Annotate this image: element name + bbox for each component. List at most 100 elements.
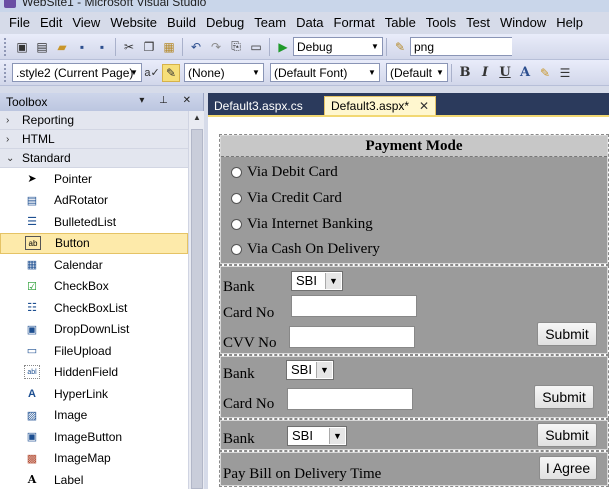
toolbox-item-imagebutton[interactable]: ▣ ImageButton [0, 426, 188, 448]
menu-edit[interactable]: Edit [35, 12, 67, 34]
font-size-dropdown[interactable]: (Default ▼ [386, 63, 448, 82]
toolbox-item-adrotator[interactable]: ▤ AdRotator [0, 190, 188, 212]
radio-cash-on-delivery[interactable]: Via Cash On Delivery [231, 241, 380, 258]
save-all-icon[interactable]: ▪ [92, 37, 112, 57]
adrotator-icon: ▤ [26, 194, 38, 207]
new-project-icon[interactable]: ▣ [12, 37, 32, 57]
credit-card-panel: Bank SBI ▼ Card No Submit [219, 355, 609, 419]
menu-debug[interactable]: Debug [201, 12, 249, 34]
italic-icon[interactable]: I [475, 63, 495, 83]
bold-icon[interactable]: B [455, 63, 475, 83]
card-no-label: Card No [223, 396, 275, 412]
attach-style-icon[interactable]: ✎ [162, 63, 180, 82]
radio-button[interactable] [231, 219, 242, 230]
find-combo[interactable]: png [410, 37, 512, 56]
menu-tools[interactable]: Tools [421, 12, 461, 34]
font-name-dropdown[interactable]: (Default Font) ▼ [270, 63, 380, 82]
block-format-dropdown[interactable]: (None) ▼ [184, 63, 264, 82]
toolbox-item-pointer[interactable]: ➤ Pointer [0, 168, 188, 190]
calendar-icon: ▦ [26, 259, 38, 272]
navigate-icon[interactable]: ⎘ [226, 37, 246, 57]
cut-icon[interactable]: ✂ [119, 37, 139, 57]
toolbox-item-bulletedlist[interactable]: ☰ BulletedList [0, 211, 188, 233]
close-icon[interactable]: ✕ [419, 99, 429, 113]
toolbox-item-image[interactable]: ▨ Image [0, 405, 188, 427]
menu-test[interactable]: Test [461, 12, 495, 34]
chevron-down-icon: ▼ [329, 428, 345, 444]
radio-debit-card[interactable]: Via Debit Card [231, 164, 338, 181]
label-icon: A [27, 473, 37, 487]
menu-team[interactable]: Team [249, 12, 291, 34]
bulleted-list-icon: ☰ [27, 216, 37, 229]
toolbox-item-fileupload[interactable]: ▭ FileUpload [0, 340, 188, 362]
underline-icon[interactable]: U [495, 63, 515, 83]
tab-default3-aspx[interactable]: Default3.aspx* ✕ [324, 96, 437, 115]
start-debugging-icon[interactable]: ▶ [273, 37, 293, 57]
card-no-input[interactable] [291, 295, 417, 317]
save-icon[interactable]: ▪ [72, 37, 92, 57]
bank-dropdown[interactable]: SBI ▼ [286, 360, 334, 380]
undo-icon[interactable]: ↶ [186, 37, 206, 57]
radio-button[interactable] [231, 193, 242, 204]
highlight-icon[interactable]: ✎ [535, 63, 555, 83]
card-no-label: Card No [223, 305, 275, 321]
toolbox-item-calendar[interactable]: ▦ Calendar [0, 254, 188, 276]
radio-button[interactable] [231, 244, 242, 255]
bank-dropdown[interactable]: SBI ▼ [291, 271, 343, 291]
toolbox-scrollbar[interactable]: ▲ [188, 111, 204, 489]
toolbox-item-button[interactable]: ab Button [0, 232, 188, 254]
paste-icon[interactable]: ▦ [159, 37, 179, 57]
cvv-input[interactable] [289, 326, 415, 348]
publish-icon[interactable]: ▭ [246, 37, 266, 57]
radio-button[interactable] [231, 167, 242, 178]
submit-button[interactable]: Submit [537, 322, 597, 346]
submit-button[interactable]: Submit [534, 385, 594, 409]
style-dropdown[interactable]: .style2 (Current Page) ▼ [12, 63, 142, 82]
redo-icon[interactable]: ↷ [206, 37, 226, 57]
toolbar-grip[interactable] [4, 37, 8, 56]
add-item-icon[interactable]: ▤ [32, 37, 52, 57]
toolbox-category-standard[interactable]: ⌄ Standard [0, 149, 188, 168]
toolbox-item-checkboxlist[interactable]: ☷ CheckBoxList [0, 297, 188, 319]
standard-toolbar: ▣ ▤ ▰ ▪ ▪ ✂ ❐ ▦ ↶ ↷ ⎘ ▭ ▶ Debug ▼ ✎ png [0, 34, 609, 60]
cash-on-delivery-panel: Pay Bill on Delivery Time I Agree [219, 451, 609, 487]
toolbox-item-label[interactable]: A Label [0, 469, 188, 489]
open-folder-icon[interactable]: ▰ [52, 37, 72, 57]
toolbox-item-hyperlink[interactable]: A HyperLink [0, 383, 188, 405]
menu-website[interactable]: Website [105, 12, 162, 34]
panel-controls-icon[interactable]: ▾ ⊥ ✕ [139, 95, 197, 106]
menu-data[interactable]: Data [291, 12, 328, 34]
menu-view[interactable]: View [67, 12, 105, 34]
checkbox-icon: ☑ [27, 280, 37, 293]
tab-default3-aspx-cs[interactable]: Default3.aspx.cs [208, 96, 309, 115]
toolbox-item-imagemap[interactable]: ▩ ImageMap [0, 448, 188, 470]
scrollbar-thumb[interactable] [191, 129, 203, 489]
menu-help[interactable]: Help [551, 12, 588, 34]
find-icon[interactable]: ✎ [390, 37, 410, 57]
toolbar-grip[interactable] [4, 63, 8, 82]
scroll-up-icon[interactable]: ▲ [191, 113, 203, 125]
menu-window[interactable]: Window [495, 12, 551, 34]
solution-configuration-dropdown[interactable]: Debug ▼ [293, 37, 383, 56]
menu-format[interactable]: Format [329, 12, 380, 34]
menu-table[interactable]: Table [380, 12, 421, 34]
i-agree-button[interactable]: I Agree [539, 456, 597, 480]
card-no-input[interactable] [287, 388, 413, 410]
submit-button[interactable]: Submit [537, 423, 597, 447]
align-icon[interactable]: ☰ [555, 63, 575, 83]
bank-dropdown[interactable]: SBI ▼ [287, 426, 347, 446]
font-color-icon[interactable]: A [515, 63, 535, 83]
bank-label: Bank [223, 279, 255, 295]
toolbox-item-checkbox[interactable]: ☑ CheckBox [0, 276, 188, 298]
radio-credit-card[interactable]: Via Credit Card [231, 190, 342, 207]
menu-build[interactable]: Build [162, 12, 201, 34]
toolbox-item-dropdownlist[interactable]: ▣ DropDownList [0, 319, 188, 341]
hidden-field-icon: abl [24, 365, 40, 380]
apply-style-icon[interactable]: a✓ [142, 63, 162, 83]
toolbox-item-hiddenfield[interactable]: abl HiddenField [0, 362, 188, 384]
copy-icon[interactable]: ❐ [139, 37, 159, 57]
toolbox-category-html[interactable]: › HTML [0, 130, 188, 149]
toolbox-category-reporting[interactable]: › Reporting [0, 111, 188, 130]
menu-file[interactable]: File [4, 12, 35, 34]
radio-internet-banking[interactable]: Via Internet Banking [231, 216, 373, 233]
